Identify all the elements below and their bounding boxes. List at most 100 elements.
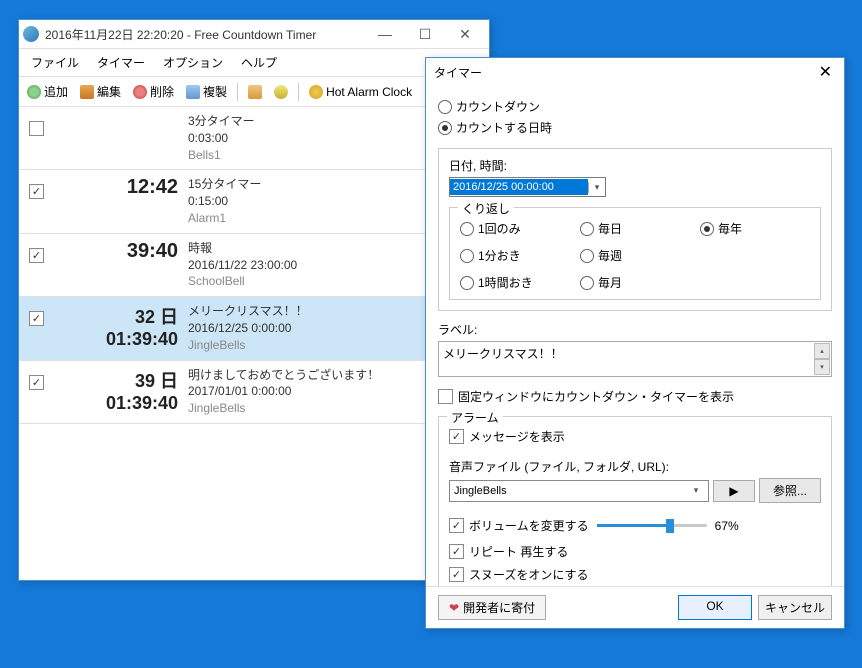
close-button[interactable]: ✕ — [445, 23, 485, 45]
fixed-window-checkbox[interactable]: 固定ウィンドウにカウントダウン・タイマーを表示 — [438, 385, 832, 408]
main-window: 2016年11月22日 22:20:20 - Free Countdown Ti… — [18, 19, 490, 581]
app-icon — [23, 26, 39, 42]
clock-icon — [309, 85, 323, 99]
dialog-footer: ❤ 開発者に寄付 OK キャンセル — [426, 586, 844, 628]
delete-button[interactable]: 削除 — [129, 81, 178, 102]
datetime-value: 2016/12/25 00:00:00 — [450, 179, 588, 195]
radio-icon — [580, 276, 594, 290]
label-input[interactable]: メリークリスマス！！ ▴▾ — [438, 341, 832, 377]
timer-row[interactable]: 3分タイマー0:03:00Bells1 — [19, 107, 489, 170]
slider-fill — [597, 524, 671, 527]
radio-icon — [460, 249, 474, 263]
hot-alarm-button[interactable]: Hot Alarm Clock — [305, 83, 416, 101]
delete-label: 削除 — [150, 83, 174, 100]
menu-timer[interactable]: タイマー — [89, 51, 153, 74]
dialog-title: タイマー — [434, 64, 815, 81]
copy-label: 複製 — [203, 83, 227, 100]
checkbox-icon[interactable]: ✓ — [29, 184, 44, 199]
titlebar: 2016年11月22日 22:20:20 - Free Countdown Ti… — [19, 20, 489, 49]
change-volume-checkbox[interactable]: ✓ ボリュームを変更する — [449, 514, 589, 537]
timer-time: 01:39:40 — [53, 393, 178, 414]
timer-row[interactable]: ✓12:4215分タイマー0:15:00Alarm1 — [19, 170, 489, 233]
chevron-down-icon[interactable]: ▾ — [688, 485, 704, 496]
timer-row[interactable]: ✓39 日01:39:40明けましておめでとうございます！2017/01/01 … — [19, 361, 489, 424]
dialog-close-button[interactable]: ✕ — [815, 62, 836, 82]
radio-icon — [700, 222, 714, 236]
tip-button[interactable] — [270, 83, 292, 101]
repeat-once-radio[interactable]: 1回のみ — [460, 218, 570, 239]
repeat-daily-radio[interactable]: 毎日 — [580, 218, 690, 239]
timer-row[interactable]: ✓39:40時報2016/11/22 23:00:00SchoolBell — [19, 234, 489, 297]
home-button[interactable] — [244, 83, 266, 101]
repeat-weekly-radio[interactable]: 毎週 — [580, 245, 690, 266]
hot-label: Hot Alarm Clock — [326, 85, 412, 99]
repeat-monthly-radio[interactable]: 毎月 — [580, 272, 690, 293]
checkbox-icon[interactable]: ✓ — [29, 311, 44, 326]
menu-options[interactable]: オプション — [155, 51, 231, 74]
sound-combo[interactable]: JingleBells ▾ — [449, 480, 709, 502]
alarm-legend: アラーム — [447, 409, 503, 426]
add-icon — [27, 85, 41, 99]
timer-days: 32 日 — [53, 303, 178, 329]
label-label: ラベル: — [438, 321, 832, 338]
menu-file[interactable]: ファイル — [23, 51, 87, 74]
timer-days: 39 日 — [53, 367, 178, 393]
checkbox-icon[interactable] — [29, 121, 44, 136]
dialog-body: カウントダウン カウントする日時 日付, 時間: 2016/12/25 00:0… — [426, 86, 844, 586]
delete-icon — [133, 85, 147, 99]
radio-icon — [438, 100, 452, 114]
browse-button[interactable]: 参照... — [759, 478, 821, 503]
checkbox-icon[interactable]: ✓ — [29, 375, 44, 390]
timer-time: 12:42 — [53, 176, 178, 199]
edit-button[interactable]: 編集 — [76, 81, 125, 102]
heart-icon: ❤ — [449, 601, 459, 615]
repeat-hourly-radio[interactable]: 1時間おき — [460, 272, 570, 293]
checkbox-icon: ✓ — [449, 567, 464, 582]
copy-icon — [186, 85, 200, 99]
mode-countdown-label: カウントダウン — [456, 98, 540, 115]
checkbox-icon[interactable]: ✓ — [29, 248, 44, 263]
radio-icon — [580, 249, 594, 263]
volume-percent: 67% — [715, 519, 739, 533]
toolbar: 追加 編集 削除 複製 Hot Alarm Clock — [19, 77, 489, 107]
show-message-checkbox[interactable]: ✓ メッセージを表示 — [449, 425, 821, 448]
maximize-button[interactable]: ☐ — [405, 23, 445, 45]
mode-countto-radio[interactable]: カウントする日時 — [438, 117, 832, 138]
repeat-legend: くり返し — [458, 200, 514, 217]
volume-slider[interactable] — [597, 524, 707, 527]
separator — [298, 83, 299, 101]
repeat-minutely-radio[interactable]: 1分おき — [460, 245, 570, 266]
checkbox-icon: ✓ — [449, 429, 464, 444]
snooze-checkbox[interactable]: ✓ スヌーズをオンにする — [449, 563, 821, 586]
separator — [237, 83, 238, 101]
minimize-button[interactable]: — — [365, 23, 405, 45]
mode-countdown-radio[interactable]: カウントダウン — [438, 96, 832, 117]
copy-button[interactable]: 複製 — [182, 81, 231, 102]
slider-thumb[interactable] — [666, 519, 674, 533]
cancel-button[interactable]: キャンセル — [758, 595, 832, 620]
repeat-yearly-radio[interactable]: 毎年 — [700, 218, 810, 239]
chevron-down-icon[interactable]: ▾ — [588, 182, 605, 193]
checkbox-icon — [438, 389, 453, 404]
timer-row[interactable]: ✓32 日01:39:40メリークリスマス！！2016/12/25 0:00:0… — [19, 297, 489, 360]
radio-icon — [460, 222, 474, 236]
add-button[interactable]: 追加 — [23, 81, 72, 102]
datetime-input[interactable]: 2016/12/25 00:00:00 ▾ — [449, 177, 606, 197]
tip-icon — [274, 85, 288, 99]
play-button[interactable]: ▶ — [713, 480, 755, 502]
ok-button[interactable]: OK — [678, 595, 752, 620]
window-title: 2016年11月22日 22:20:20 - Free Countdown Ti… — [45, 26, 365, 43]
datetime-label: 日付, 時間: — [449, 157, 821, 174]
sound-label: 音声ファイル (ファイル, フォルダ, URL): — [449, 458, 821, 475]
timer-time: 01:39:40 — [53, 329, 178, 350]
label-value: メリークリスマス！！ — [443, 347, 563, 361]
spin-buttons[interactable]: ▴▾ — [814, 343, 830, 375]
donate-button[interactable]: ❤ 開発者に寄付 — [438, 595, 546, 620]
menu-help[interactable]: ヘルプ — [233, 51, 285, 74]
radio-icon — [438, 121, 452, 135]
spin-up-icon[interactable]: ▴ — [814, 343, 830, 359]
checkbox-icon: ✓ — [449, 518, 464, 533]
repeat-play-checkbox[interactable]: ✓ リピート 再生する — [449, 540, 821, 563]
spin-down-icon[interactable]: ▾ — [814, 359, 830, 375]
datetime-group: 日付, 時間: 2016/12/25 00:00:00 ▾ くり返し 1回のみ … — [438, 148, 832, 311]
